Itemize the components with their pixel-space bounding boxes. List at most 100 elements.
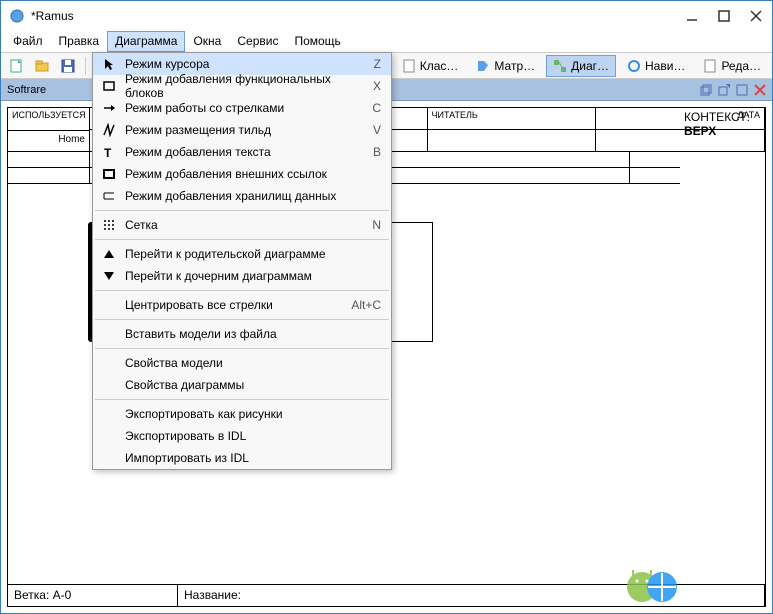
- dropdown-item[interactable]: Режим добавления функциональных блоков X: [93, 75, 391, 97]
- extrect-icon: [99, 167, 119, 181]
- dropdown-item-label: Режим работы со стрелками: [125, 101, 364, 115]
- dropdown-item-label: Режим добавления хранилищ данных: [125, 189, 373, 203]
- open-folder-icon[interactable]: [31, 55, 53, 77]
- header-reader: ЧИТАТЕЛЬ: [428, 108, 597, 129]
- main-window: *Ramus Файл Правка Диаграмма Окна Сервис…: [0, 0, 773, 614]
- tab-class-label: Клас…: [420, 59, 459, 73]
- dropdown-item-label: Перейти к родительской диаграмме: [125, 247, 373, 261]
- dropdown-item-label: Режим размещения тильд: [125, 123, 365, 137]
- close-button[interactable]: [750, 10, 764, 22]
- dropdown-item-accel: C: [372, 101, 381, 115]
- dropdown-item-label: Свойства диаграммы: [125, 378, 373, 392]
- tab-editor[interactable]: Реда…: [696, 55, 768, 77]
- app-icon: [9, 8, 25, 24]
- tilde-icon: [99, 123, 119, 137]
- globe-icon: [627, 59, 641, 73]
- tab-class[interactable]: Клас…: [395, 55, 466, 77]
- down-icon: [99, 269, 119, 283]
- dropdown-item-accel: Alt+C: [351, 298, 381, 312]
- dropdown-item-accel: B: [373, 145, 381, 159]
- grid-icon: [99, 218, 119, 232]
- menu-windows[interactable]: Окна: [185, 31, 229, 52]
- branch-value: A-0: [53, 588, 72, 602]
- maximize-button[interactable]: [718, 10, 732, 22]
- tab-matrix-label: Матр…: [494, 59, 535, 73]
- dropdown-item-label: Импортировать из IDL: [125, 451, 373, 465]
- toolbar-separator: [85, 57, 86, 75]
- dropdown-separator: [95, 399, 389, 400]
- dropdown-item-label: Экспортировать как рисунки: [125, 407, 373, 421]
- dropdown-item[interactable]: Свойства модели: [93, 352, 391, 374]
- dropdown-item-label: Экспортировать в IDL: [125, 429, 373, 443]
- dropdown-item-accel: Z: [374, 57, 381, 71]
- dropdown-item[interactable]: Свойства диаграммы: [93, 374, 391, 396]
- menu-diagram[interactable]: Диаграмма: [107, 31, 185, 52]
- dropdown-item[interactable]: Режим размещения тильд V: [93, 119, 391, 141]
- cursor-icon: [99, 57, 119, 71]
- new-file-icon[interactable]: [5, 55, 27, 77]
- dropdown-item[interactable]: Режим работы со стрелками C: [93, 97, 391, 119]
- arrow-icon: [99, 101, 119, 115]
- window-maximize-icon[interactable]: [736, 84, 748, 96]
- doc-edit-icon: [703, 59, 717, 73]
- tab-diagram-label: Диаг…: [571, 59, 609, 73]
- dropdown-separator: [95, 210, 389, 211]
- dropdown-item-label: Режим курсора: [125, 57, 366, 71]
- dropdown-item[interactable]: Экспортировать в IDL: [93, 425, 391, 447]
- menu-help[interactable]: Помощь: [286, 31, 348, 52]
- dropdown-item[interactable]: Режим добавления хранилищ данных: [93, 185, 391, 207]
- menu-edit[interactable]: Правка: [51, 31, 108, 52]
- dropdown-item-label: Перейти к дочерним диаграммам: [125, 269, 373, 283]
- menu-service[interactable]: Сервис: [229, 31, 286, 52]
- panel-close-icon[interactable]: [754, 84, 766, 96]
- diagram-dropdown: Режим курсора Z Режим добавления функциона…: [92, 52, 392, 470]
- header-used: ИСПОЛЬЗУЕТСЯ: [12, 110, 85, 120]
- dropdown-item[interactable]: Экспортировать как рисунки: [93, 403, 391, 425]
- store-icon: [99, 189, 119, 203]
- name-label: Название:: [184, 588, 241, 602]
- dropdown-separator: [95, 319, 389, 320]
- rect-icon: [99, 79, 119, 93]
- context-label: КОНТЕКСТ:: [684, 110, 761, 124]
- doc-icon: [402, 59, 416, 73]
- save-icon[interactable]: [57, 55, 79, 77]
- diagram-icon: [553, 59, 567, 73]
- dropdown-item[interactable]: Импортировать из IDL: [93, 447, 391, 469]
- dropdown-item-label: Режим добавления функциональных блоков: [125, 72, 365, 100]
- dropdown-separator: [95, 290, 389, 291]
- context-value: ВЕРХ: [684, 124, 761, 138]
- dropdown-item[interactable]: Перейти к дочерним диаграммам: [93, 265, 391, 287]
- window-minimize-icon[interactable]: [718, 84, 730, 96]
- titlebar: *Ramus: [1, 1, 772, 31]
- document-tab[interactable]: Softrare: [7, 84, 46, 96]
- dropdown-item-label: Центрировать все стрелки: [125, 298, 343, 312]
- tab-matrix[interactable]: Матр…: [469, 55, 542, 77]
- dropdown-item-accel: N: [372, 218, 381, 232]
- dropdown-separator: [95, 239, 389, 240]
- dropdown-item-label: Вставить модели из файла: [125, 327, 373, 341]
- dropdown-separator: [95, 348, 389, 349]
- menu-file[interactable]: Файл: [5, 31, 51, 52]
- up-icon: [99, 247, 119, 261]
- window-title: *Ramus: [31, 9, 686, 23]
- tab-diagram[interactable]: Диаг…: [546, 55, 616, 77]
- os-watermark: [622, 565, 682, 605]
- tag-icon: [476, 59, 490, 73]
- window-restore-icon[interactable]: [700, 84, 712, 96]
- minimize-button[interactable]: [686, 10, 700, 22]
- dropdown-item[interactable]: Вставить модели из файла: [93, 323, 391, 345]
- window-controls: [686, 10, 764, 22]
- tab-navigator[interactable]: Нави…: [620, 55, 692, 77]
- dropdown-item-label: Режим добавления внешних ссылок: [125, 167, 373, 181]
- dropdown-item[interactable]: Перейти к родительской диаграмме: [93, 243, 391, 265]
- dropdown-item[interactable]: Центрировать все стрелки Alt+C: [93, 294, 391, 316]
- dropdown-item-accel: V: [373, 123, 381, 137]
- text-icon: T: [99, 145, 119, 159]
- dropdown-item-label: Режим добавления текста: [125, 145, 365, 159]
- dropdown-item-accel: X: [373, 79, 381, 93]
- dropdown-item[interactable]: СеткаN: [93, 214, 391, 236]
- branch-label: Ветка:: [14, 588, 49, 602]
- dropdown-item-label: Свойства модели: [125, 356, 373, 370]
- dropdown-item[interactable]: Режим добавления внешних ссылок: [93, 163, 391, 185]
- dropdown-item[interactable]: T Режим добавления текста B: [93, 141, 391, 163]
